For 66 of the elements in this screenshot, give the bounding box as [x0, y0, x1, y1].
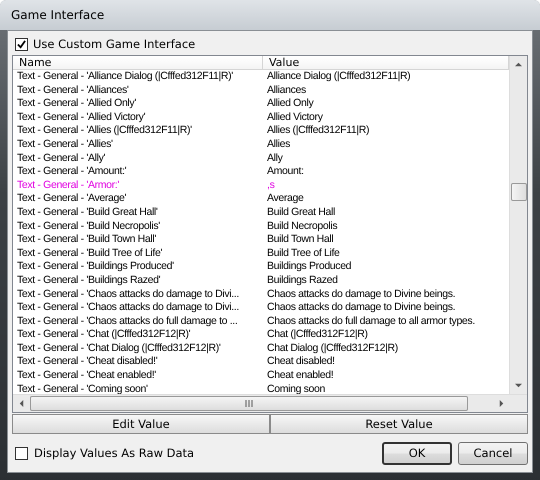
action-button[interactable]: Edit Value	[12, 414, 270, 434]
column-header[interactable]: Name	[13, 56, 263, 69]
table-cell-text: Average	[266, 192, 304, 206]
table-cell-text: Chaos attacks do damage to Divine beings.	[266, 301, 456, 315]
checkbox[interactable]	[15, 446, 28, 460]
table-cell-text: Text - General - 'Buildings Produced'	[16, 260, 175, 274]
table-cell-text: Allied Only	[266, 97, 315, 111]
horizontal-scrollbar[interactable]	[13, 394, 527, 412]
down-arrow-icon[interactable]	[515, 382, 522, 389]
table-cell-text: Chaos attacks do damage to Divine beings.	[266, 288, 456, 302]
table-cell-text: Amount:	[266, 165, 305, 179]
ok-button[interactable]: OK	[382, 442, 452, 464]
table-cell-text: Build Great Hall	[266, 206, 336, 220]
table-cell-text: Buildings Produced	[266, 260, 352, 274]
checkbox-label: Display Values As Raw Data	[34, 446, 194, 460]
table-cell-text: Build Town Hall	[266, 233, 334, 247]
vertical-scrollbar[interactable]	[509, 56, 527, 394]
table-cell-text: Text - General - 'Cheat disabled!'	[16, 355, 158, 370]
table-cell-text: Chat Dialog (|Cfffed312F12|R)	[266, 342, 399, 356]
cancel-button[interactable]: Cancel	[458, 442, 528, 464]
table-cell-text: Ally	[266, 152, 284, 166]
table-cell-text: Alliance Dialog (|Cfffed312F11|R)	[266, 70, 412, 84]
table-cell-text: Text - General - 'Armor:'	[16, 178, 120, 192]
table-cell-text: Text - General - 'Amount:'	[16, 165, 128, 179]
action-button[interactable]: Reset Value	[270, 414, 528, 434]
table-cell-text: Chat (|Cfffed312F12|R)	[266, 328, 369, 342]
table-cell-text: Text - General - 'Allies (|Cfffed312F11|R)'	[16, 124, 193, 138]
table-cell-text: Text - General - 'Alliance Dialog (|Cfffed312F11|R)'	[16, 70, 234, 84]
table-cell-text: Text - General - 'Chaos attacks do damage to Divi...	[16, 301, 240, 315]
table-cell-text: Text - General - 'Coming soon'	[16, 382, 149, 394]
table-cell-text: Chaos attacks do full damage to all armor types.	[266, 314, 476, 328]
table-cell-text: Allies	[266, 138, 291, 152]
table-cell-text: Build Tree of Life	[266, 246, 340, 260]
table-cell-text: Text - General - 'Allied Only'	[16, 97, 137, 111]
table-cell-text: Build Necropolis	[266, 220, 338, 234]
table-cell-text: Text - General - 'Chaos attacks do full damage to ...	[16, 314, 238, 328]
window-title: Game Interface	[0, 0, 540, 30]
table-cell-text: Text - General - 'Average'	[16, 192, 128, 206]
table-cell-text: Text - General - 'Build Tree of Life'	[16, 246, 164, 260]
table-cell-text: Text - General - 'Alliances'	[16, 84, 130, 98]
table-cell-text: Cheat disabled!	[266, 355, 336, 370]
up-arrow-icon[interactable]	[515, 61, 522, 68]
table-cell-text: Text - General - 'Chat Dialog (|Cfffed312F12|R)'	[16, 342, 222, 356]
left-arrow-icon[interactable]	[18, 400, 25, 407]
checkbox[interactable]	[15, 38, 28, 50]
table-cell-text: Text - General - 'Build Necropolis'	[16, 220, 161, 234]
table-cell-text: Text - General - 'Build Town Hall'	[16, 233, 157, 247]
table-cell-text: ,s	[266, 178, 276, 192]
table-cell-text: Buildings Razed	[266, 274, 339, 288]
table-cell-text: Text - General - 'Build Great Hall'	[16, 206, 159, 220]
right-arrow-icon[interactable]	[498, 400, 505, 407]
table-cell-text: Coming soon	[266, 382, 326, 394]
table-cell-text: Cheat enabled!	[266, 369, 334, 383]
table-cell-text: Allied Victory	[266, 110, 324, 124]
checkbox-label: Use Custom Game Interface	[33, 37, 196, 51]
table-cell-text: Alliances	[266, 84, 307, 98]
table-cell-text: Text - General - 'Chat (|Cfffed312F12|R)'	[16, 328, 192, 342]
table-cell-text: Text - General - 'Allied Victory'	[16, 110, 146, 124]
scroll-thumb[interactable]	[510, 183, 526, 201]
table-cell-text: Text - General - 'Ally'	[16, 152, 106, 166]
table-cell-text: Text - General - 'Chaos attacks do damage to Divi...	[16, 288, 240, 302]
table-cell-text: Text - General - 'Allies'	[16, 138, 114, 152]
table-cell-text: Allies (|Cfffed312F11|R)	[266, 124, 370, 138]
table-cell-text: Text - General - 'Cheat enabled!'	[16, 369, 157, 383]
table-cell-text: Text - General - 'Buildings Razed'	[16, 274, 162, 288]
grip-icon	[244, 400, 254, 407]
